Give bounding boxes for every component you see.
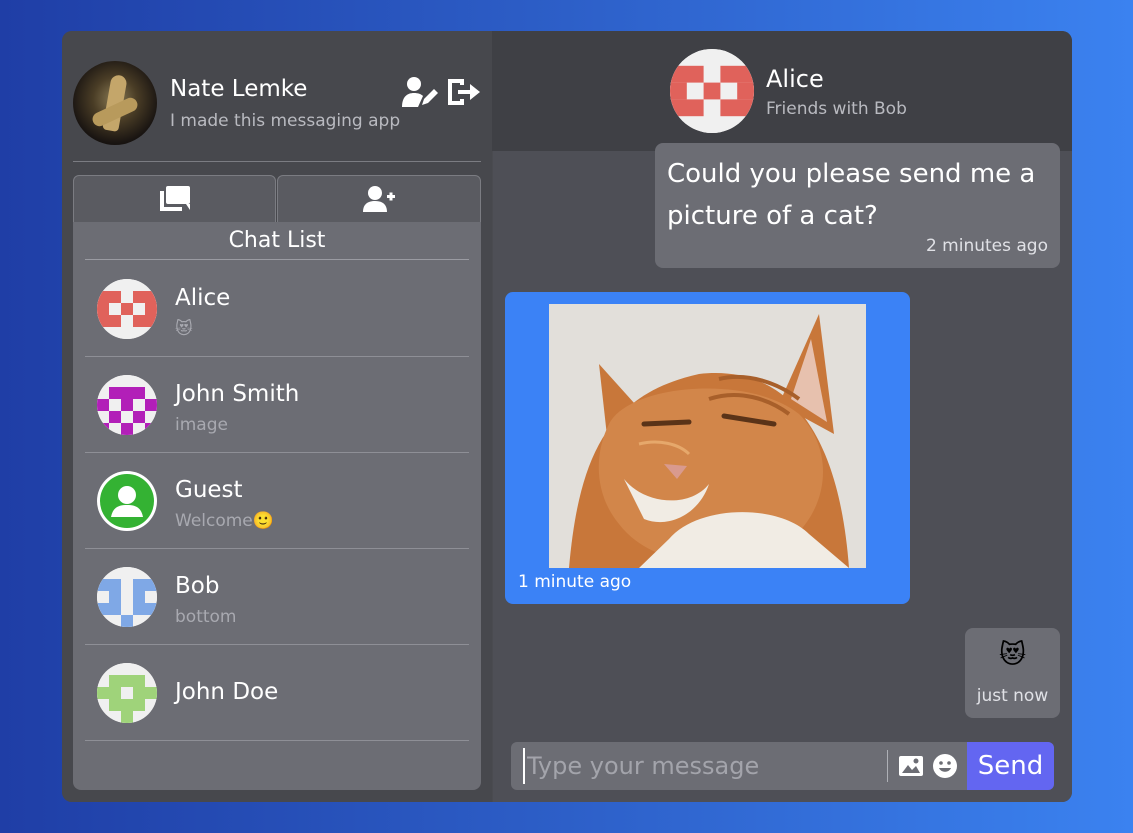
message-input[interactable] [523, 748, 885, 784]
chat-item-preview: 😻 [175, 319, 193, 339]
message-text: 😻 [998, 640, 1027, 670]
emoji-icon[interactable] [931, 752, 959, 780]
chat-item-preview: Welcome🙂 [175, 511, 274, 531]
user-status: I made this messaging app [170, 111, 401, 131]
send-button[interactable]: Send [967, 742, 1054, 790]
message-bubble: Could you please send me a picture of a … [655, 143, 1060, 268]
chat-item-name: Alice [175, 285, 231, 311]
message-composer: Send [511, 742, 1054, 790]
chat-item-name: John Smith [175, 381, 300, 407]
message-time: 1 minute ago [518, 572, 632, 592]
chat-item-alice[interactable]: Alice 😻 [85, 261, 469, 357]
logout-icon[interactable] [446, 75, 484, 109]
sidebar: Nate Lemke I made this messaging app Cha… [62, 31, 492, 802]
avatar [97, 567, 157, 627]
composer-divider [887, 750, 888, 782]
chat-item-john-smith[interactable]: John Smith image [85, 357, 469, 453]
message-area: Could you please send me a picture of a … [493, 143, 1072, 802]
tab-chats[interactable] [73, 175, 276, 223]
image-icon[interactable] [897, 752, 925, 780]
image-message-bubble: 1 minute ago [505, 292, 910, 604]
messaging-app: Nate Lemke I made this messaging app Cha… [62, 31, 1072, 802]
message-time: 2 minutes ago [925, 236, 1048, 256]
guest-avatar-icon [97, 471, 157, 531]
avatar [97, 279, 157, 339]
edit-profile-icon[interactable] [402, 75, 440, 109]
message-time: just now [976, 686, 1049, 706]
chat-list: Chat List Alice 😻 John Smith image Guest… [73, 222, 481, 790]
chat-bubbles-icon [159, 186, 190, 211]
user-avatar[interactable] [73, 61, 157, 145]
cat-image[interactable] [549, 304, 866, 568]
chat-list-title: Chat List [85, 222, 469, 260]
conversation-header: Alice Friends with Bob [492, 31, 1072, 151]
chat-item-john-doe[interactable]: John Doe [85, 645, 469, 741]
conversation-avatar[interactable] [670, 49, 754, 133]
message-text: Could you please send me a picture of a … [667, 159, 1036, 231]
avatar [97, 663, 157, 723]
tab-add-friend[interactable] [277, 175, 481, 223]
chat-item-preview: image [175, 415, 228, 435]
chat-item-name: Guest [175, 477, 243, 503]
chat-item-bob[interactable]: Bob bottom [85, 549, 469, 645]
conversation-name: Alice [766, 65, 824, 93]
message-bubble: 😻 just now [965, 628, 1060, 718]
chat-item-name: Bob [175, 573, 220, 599]
header-divider [73, 161, 481, 162]
add-user-icon [363, 186, 395, 212]
sidebar-tabs [73, 175, 481, 223]
chat-item-preview: bottom [175, 607, 237, 627]
avatar [97, 375, 157, 435]
user-name: Nate Lemke [170, 76, 308, 102]
chat-item-guest[interactable]: Guest Welcome🙂 [85, 453, 469, 549]
conversation-subtitle: Friends with Bob [766, 99, 907, 119]
chat-item-name: John Doe [175, 679, 279, 705]
